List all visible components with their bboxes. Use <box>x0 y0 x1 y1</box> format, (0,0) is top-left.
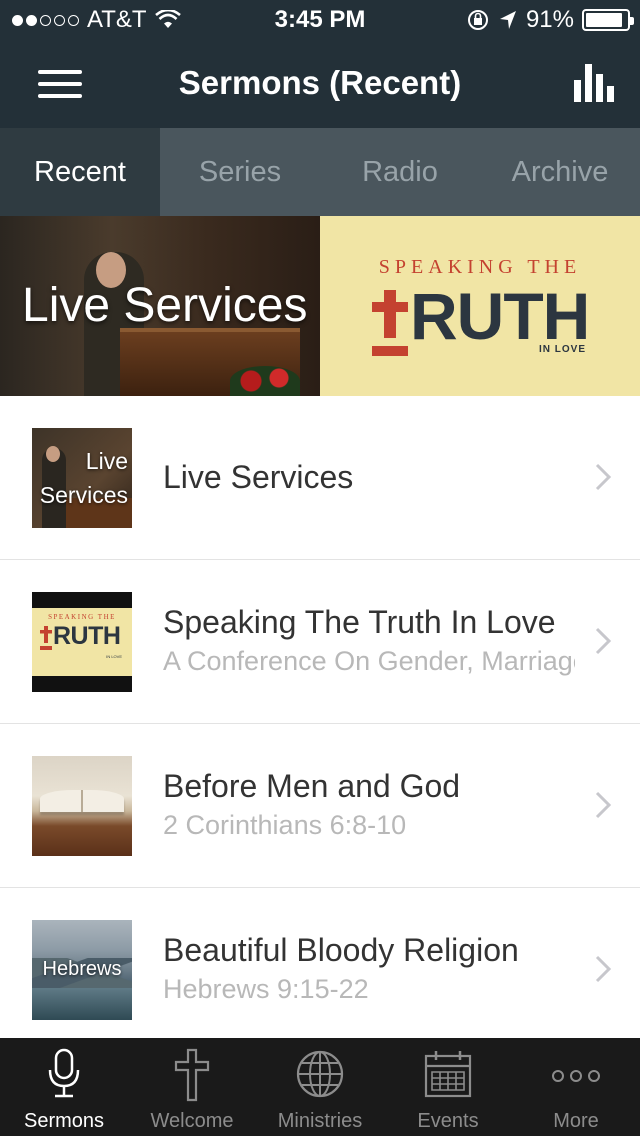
thumbnail-text: Hebrews <box>42 958 122 980</box>
thumbnail-sub-text: IN LOVE <box>106 654 122 659</box>
segment-tabs: Recent Series Radio Archive <box>0 128 640 216</box>
tabbar-label: Welcome <box>150 1110 234 1132</box>
battery-percent: 91% <box>525 6 574 33</box>
truth-main-text: RUTH <box>410 279 590 353</box>
tabbar-label: More <box>553 1110 599 1132</box>
tabbar-sermons[interactable]: Sermons <box>0 1038 128 1136</box>
tabbar-label: Sermons <box>23 1110 105 1132</box>
item-title: Before Men and God <box>163 768 461 804</box>
nav-bar: Sermons (Recent) <box>0 40 640 128</box>
thumbnail-open-book <box>32 756 132 856</box>
calendar-icon <box>424 1051 472 1098</box>
microphone-icon <box>48 1048 80 1098</box>
page-title: Sermons (Recent) <box>178 64 462 101</box>
banner-live-label: Live Services <box>22 279 308 332</box>
tabbar-welcome[interactable]: Welcome <box>128 1038 256 1136</box>
tabbar-ministries[interactable]: Ministries <box>256 1038 384 1136</box>
item-subtitle: A Conference On Gender, Marriage <box>163 646 575 676</box>
list-item[interactable]: SPEAKING THE RUTH IN LOVE Speaking The T… <box>0 560 640 724</box>
cross-logo-icon <box>40 626 52 650</box>
chevron-right-icon <box>595 627 612 655</box>
truth-sub-text: IN LOVE <box>538 344 586 355</box>
cross-logo-icon <box>372 290 408 356</box>
thumbnail-speaking-truth: SPEAKING THE RUTH IN LOVE <box>32 592 132 692</box>
tabbar-events[interactable]: Events <box>384 1038 512 1136</box>
thumbnail-hebrews: Hebrews <box>32 920 132 1020</box>
thumbnail-main-text: RUTH <box>53 622 121 650</box>
location-arrow-icon <box>499 11 516 29</box>
banner-live-services[interactable]: Live Services <box>0 216 320 396</box>
item-title: Speaking The Truth In Love <box>163 604 556 640</box>
item-subtitle: Hebrews 9:15-22 <box>163 974 369 1004</box>
cross-icon <box>174 1048 210 1102</box>
sermon-list: Live Services Live Services SPEAKING THE… <box>0 396 640 1052</box>
banner-speaking-the-truth[interactable]: SPEAKING THE RUTH IN LOVE <box>320 216 640 396</box>
bottom-tab-bar: Sermons Welcome Ministries Events More <box>0 1038 640 1136</box>
thumbnail-text: Live Services <box>39 448 128 508</box>
list-item[interactable]: Hebrews Beautiful Bloody Religion Hebrew… <box>0 888 640 1052</box>
chevron-right-icon <box>595 955 612 983</box>
featured-banner: Live Services SPEAKING THE RUTH IN LOVE <box>0 216 640 396</box>
thumbnail-live-services: Live Services <box>32 428 132 528</box>
tab-radio[interactable]: Radio <box>320 128 480 216</box>
battery-icon <box>582 9 634 31</box>
tab-series[interactable]: Series <box>160 128 320 216</box>
item-subtitle: 2 Corinthians 6:8-10 <box>163 810 407 840</box>
item-title: Beautiful Bloody Religion <box>163 932 519 968</box>
status-right: 91% <box>466 6 634 34</box>
status-bar: AT&T 3:45 PM 91% <box>0 0 640 40</box>
list-item[interactable]: Live Services Live Services <box>0 396 640 560</box>
thumbnail-top-text: SPEAKING THE <box>48 613 116 621</box>
bar-chart-icon[interactable] <box>574 64 614 102</box>
tabbar-label: Ministries <box>277 1110 363 1132</box>
tab-recent[interactable]: Recent <box>0 128 160 216</box>
tab-archive[interactable]: Archive <box>480 128 640 216</box>
item-title: Live Services <box>163 459 354 495</box>
orientation-lock-icon <box>467 10 488 30</box>
more-dots-icon <box>552 1070 600 1082</box>
chevron-right-icon <box>595 791 612 819</box>
tabbar-more[interactable]: More <box>512 1038 640 1136</box>
chevron-right-icon <box>595 463 612 491</box>
tabbar-label: Events <box>417 1110 479 1132</box>
globe-icon <box>296 1050 344 1098</box>
list-item[interactable]: Before Men and God 2 Corinthians 6:8-10 <box>0 724 640 888</box>
truth-top-text: SPEAKING THE <box>378 256 582 278</box>
